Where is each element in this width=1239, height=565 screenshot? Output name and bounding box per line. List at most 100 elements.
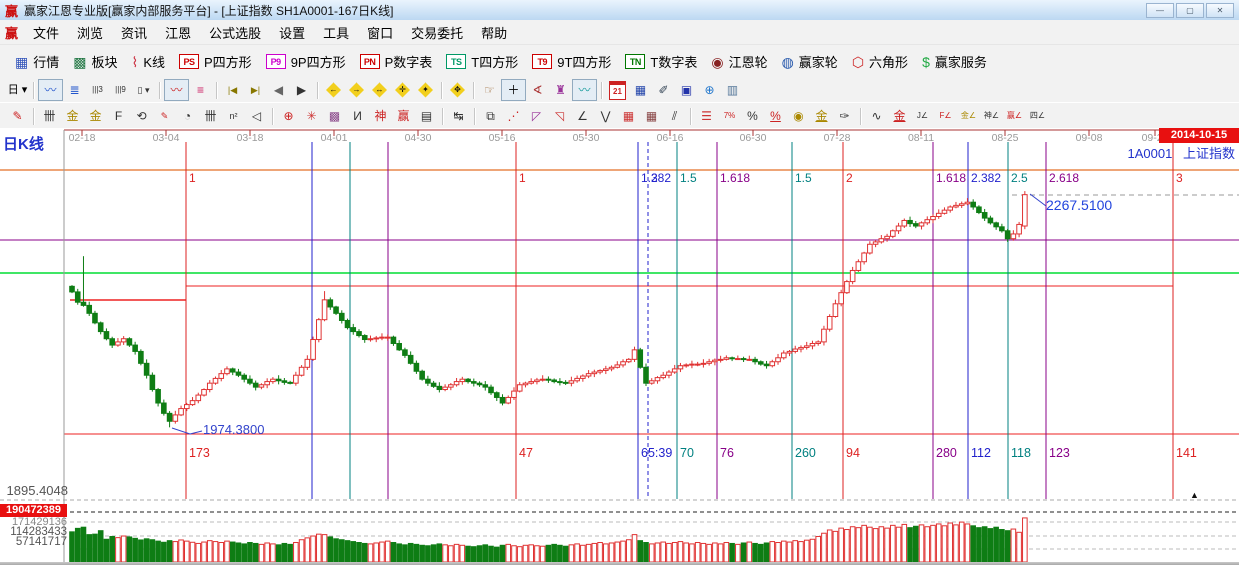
- slant-lines-icon[interactable]: ⫽: [663, 106, 686, 126]
- dense-grid-icon[interactable]: ▦: [617, 106, 640, 126]
- angle-gold-icon[interactable]: 金∠: [957, 106, 980, 126]
- period-day-dropdown-icon[interactable]: 日 ▾: [6, 80, 29, 100]
- toolbar-button-t-square[interactable]: TS T四方形: [439, 49, 525, 74]
- zoom-out-icon[interactable]: ✦: [414, 80, 437, 100]
- volume-profile-icon[interactable]: ≡: [189, 80, 212, 100]
- go-last-icon[interactable]: ▶|: [244, 80, 267, 100]
- menu-item-6[interactable]: 工具: [314, 21, 358, 44]
- toolbar-button-winner-service[interactable]: $ 赢家服务: [915, 49, 994, 74]
- wave-mark-icon[interactable]: И: [346, 106, 369, 126]
- web-sync-icon[interactable]: ⊕: [698, 80, 721, 100]
- free-draw-blue-icon[interactable]: 〰: [38, 79, 63, 101]
- gann-crown-icon[interactable]: ♜: [549, 80, 572, 100]
- gold-line-icon[interactable]: 金: [810, 106, 833, 126]
- mirror-angle-icon[interactable]: ◁: [245, 106, 268, 126]
- menu-item-9[interactable]: 帮助: [472, 21, 516, 44]
- remote-pc-icon[interactable]: ▥: [721, 80, 744, 100]
- go-first-icon[interactable]: |◀: [221, 80, 244, 100]
- toolbar-button-gann-wheel[interactable]: ◉ 江恩轮: [704, 49, 774, 74]
- gold-square-2-icon[interactable]: 金: [84, 106, 107, 126]
- free-draw-red-icon[interactable]: 〰: [164, 79, 189, 101]
- chart-area[interactable]: 1 173 1 47 1.382 65:39 2 1.5 70 1.618 76 1.5 260 2 94 1…: [0, 128, 1239, 565]
- win-grid-icon[interactable]: 赢: [392, 106, 415, 126]
- menu-item-2[interactable]: 资讯: [112, 21, 156, 44]
- circle-ruler-icon[interactable]: ◔: [176, 106, 199, 126]
- candle-style-dropdown-icon[interactable]: ▯ ▾: [132, 80, 155, 100]
- f-square-icon[interactable]: F: [107, 106, 130, 126]
- time-ruler-icon[interactable]: 卌: [199, 106, 222, 126]
- percent-icon[interactable]: %: [741, 106, 764, 126]
- menu-item-0[interactable]: 文件: [24, 21, 68, 44]
- fan-lines-icon[interactable]: ⋰: [502, 106, 525, 126]
- zoom-left-icon[interactable]: ←: [322, 80, 345, 100]
- calendar-icon[interactable]: 21: [606, 80, 629, 100]
- candlestick-chart[interactable]: 11731471.38265:392 1.5701.618761.52602941…: [0, 128, 1239, 565]
- toolbar-button-winner-wheel[interactable]: ◍ 赢家轮: [775, 49, 845, 74]
- menu-item-7[interactable]: 窗口: [358, 21, 402, 44]
- minimize-button[interactable]: —: [1146, 2, 1174, 18]
- gold-circle-icon[interactable]: ◉: [787, 106, 810, 126]
- angle-measure-icon[interactable]: ∢: [526, 80, 549, 100]
- gold-underline-icon[interactable]: 金: [888, 106, 911, 126]
- toolbar-button-kline[interactable]: ⌇ K线: [125, 49, 173, 74]
- price-ladder-icon[interactable]: ☰: [695, 106, 718, 126]
- dense-grid-2-icon[interactable]: ▦: [640, 106, 663, 126]
- spiral-icon[interactable]: ⟲: [130, 106, 153, 126]
- angle-lines-icon[interactable]: ∠: [571, 106, 594, 126]
- fan-box-icon[interactable]: ◸: [525, 106, 548, 126]
- ruler-123-icon[interactable]: ▤: [415, 106, 438, 126]
- percent-line-icon[interactable]: %: [764, 106, 787, 126]
- maximize-button[interactable]: ▢: [1176, 2, 1204, 18]
- bars-3-icon[interactable]: |||3: [86, 80, 109, 100]
- toolbar-button-hexagon[interactable]: ⬡ 六角形: [845, 49, 915, 74]
- v-lines-icon[interactable]: ⋁: [594, 106, 617, 126]
- close-button[interactable]: ✕: [1206, 2, 1234, 18]
- brush-ruler-icon[interactable]: ✎: [153, 106, 176, 126]
- zoom-in-icon[interactable]: ✛: [391, 80, 414, 100]
- toolbar-button-sectors[interactable]: ▩ 板块: [66, 49, 124, 74]
- crosshair-tool-icon[interactable]: ＋: [501, 79, 526, 101]
- menu-item-1[interactable]: 浏览: [68, 21, 112, 44]
- percent-7-icon[interactable]: 7%: [718, 106, 741, 126]
- gold-square-icon[interactable]: 金: [61, 106, 84, 126]
- zoom-both-icon[interactable]: ↔: [368, 80, 391, 100]
- box-grid-icon[interactable]: ▩: [323, 106, 346, 126]
- toolbar-button-t9-square[interactable]: T9 9T四方形: [525, 49, 618, 74]
- free-draw-teal-icon[interactable]: 〰: [572, 79, 597, 101]
- angle-j-icon[interactable]: J∠: [911, 106, 934, 126]
- toolbar-button-p-number-table[interactable]: PN P数字表: [353, 49, 440, 74]
- circle-cross-icon[interactable]: ⊕: [277, 106, 300, 126]
- angle-win-icon[interactable]: 赢∠: [1003, 106, 1026, 126]
- step-back-icon[interactable]: ◀: [267, 80, 290, 100]
- note-icon[interactable]: ≣: [63, 80, 86, 100]
- angle-four-icon[interactable]: 四∠: [1026, 106, 1049, 126]
- box-tool-icon[interactable]: ⧉: [479, 106, 502, 126]
- memo-icon[interactable]: ✐: [652, 80, 675, 100]
- step-forward-icon[interactable]: ▶: [290, 80, 313, 100]
- menu-item-4[interactable]: 公式选股: [200, 21, 270, 44]
- star-grid-icon[interactable]: ✳: [300, 106, 323, 126]
- save-icon[interactable]: ▣: [675, 80, 698, 100]
- h-ruler-icon[interactable]: 卌: [38, 106, 61, 126]
- fan-grid-icon[interactable]: ◹: [548, 106, 571, 126]
- menu-item-5[interactable]: 设置: [270, 21, 314, 44]
- black-pen-icon[interactable]: ✑: [833, 106, 856, 126]
- red-brush-icon[interactable]: ✎: [6, 106, 29, 126]
- n-square-icon[interactable]: n²: [222, 106, 245, 126]
- bars-9-icon[interactable]: |||9: [109, 80, 132, 100]
- toolbar-button-p-square[interactable]: PS P四方形: [172, 49, 259, 74]
- scroll-triangle-icon[interactable]: ▲: [1190, 490, 1199, 500]
- menu-item-8[interactable]: 交易委托: [402, 21, 472, 44]
- zoom-right-icon[interactable]: →: [345, 80, 368, 100]
- angle-f-icon[interactable]: F∠: [934, 106, 957, 126]
- angle-shen-icon[interactable]: 神∠: [980, 106, 1003, 126]
- wave-tool-icon[interactable]: ∿: [865, 106, 888, 126]
- toolbar-button-quotes[interactable]: ▦ 行情: [8, 49, 66, 74]
- shen-grid-icon[interactable]: 神: [369, 106, 392, 126]
- width-measure-icon[interactable]: ↹: [447, 106, 470, 126]
- toolbar-button-p9-square[interactable]: P9 9P四方形: [259, 49, 353, 74]
- menu-item-3[interactable]: 江恩: [156, 21, 200, 44]
- toolbar-button-t-number-table[interactable]: TN T数字表: [618, 49, 704, 74]
- pan-4way-icon[interactable]: ✥: [446, 80, 469, 100]
- hand-tool-icon[interactable]: ☞: [478, 80, 501, 100]
